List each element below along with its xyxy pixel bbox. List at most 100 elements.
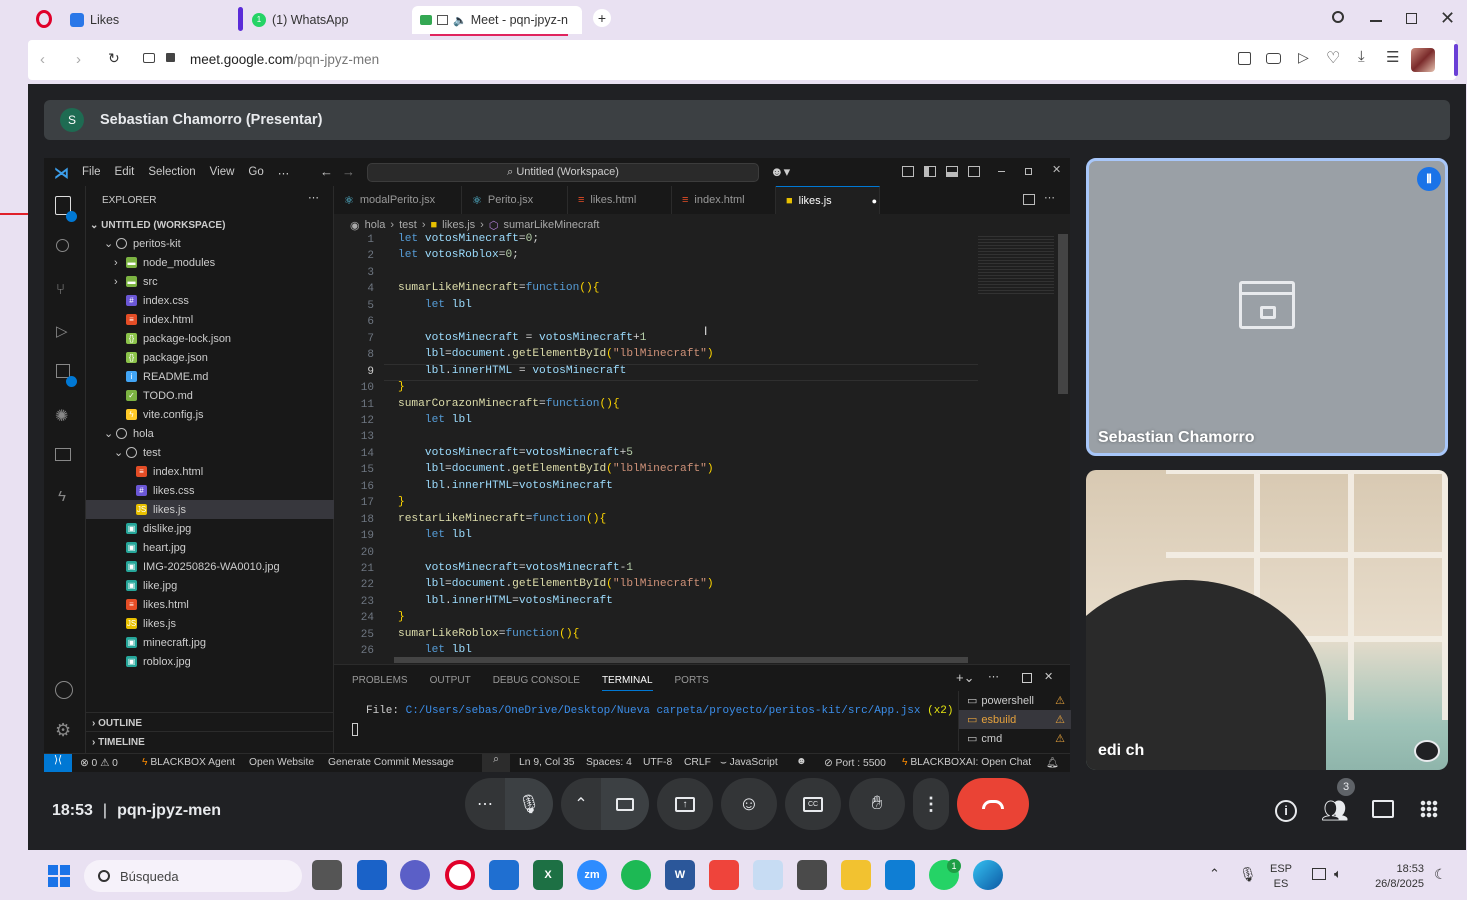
tree-item[interactable]: ≡ index.html xyxy=(86,462,334,481)
code-line[interactable]: let votosRoblox=0; xyxy=(398,249,519,261)
terminal-instance[interactable]: ▭ cmd ⚠ xyxy=(959,729,1071,748)
send-icon[interactable]: ▷ xyxy=(1298,49,1309,66)
start-icon[interactable] xyxy=(48,865,70,887)
run-debug-icon[interactable]: ▷ xyxy=(56,322,68,340)
nav-back-icon[interactable]: ← xyxy=(320,164,333,179)
terminal-instance[interactable]: ▭ powershell ⚠ xyxy=(959,691,1071,710)
profile-avatar[interactable] xyxy=(1411,48,1435,72)
pin-tile-icon[interactable] xyxy=(1414,740,1440,762)
chat-icon[interactable] xyxy=(1372,800,1394,818)
tab-meet[interactable]: 🔈 Meet - pqn-jpyz-n xyxy=(412,6,582,36)
unsaved-dot-icon[interactable]: ● xyxy=(872,196,877,206)
file-explorer-icon[interactable] xyxy=(841,860,871,890)
tree-item[interactable]: ⌄ peritos-kit xyxy=(86,234,334,253)
toggle-secondary-sidebar-icon[interactable] xyxy=(968,166,980,177)
reload-icon[interactable]: ↻ xyxy=(108,50,120,67)
tree-item[interactable]: ✓ TODO.md xyxy=(86,386,334,405)
opera-logo-icon[interactable] xyxy=(36,10,52,28)
present-screen-button[interactable]: ↑ xyxy=(657,778,713,830)
microphone-button[interactable]: 🎙︎ xyxy=(505,778,553,830)
close-panel-icon[interactable]: ✕ xyxy=(1044,670,1053,683)
live-server-status[interactable]: ⊘ Port : 5500 xyxy=(824,757,886,769)
participant-tile-sebastian[interactable]: ⦀ Sebastian Chamorro xyxy=(1086,158,1448,456)
copilot-icon[interactable]: ☻▾ xyxy=(770,164,790,180)
anydesk-icon[interactable] xyxy=(709,860,739,890)
tree-item[interactable]: ≡ index.html xyxy=(86,310,334,329)
tree-item[interactable]: ▣ heart.jpg xyxy=(86,538,334,557)
spotify-icon[interactable] xyxy=(621,860,651,890)
pip-icon[interactable] xyxy=(437,15,448,25)
more-audio-options-button[interactable]: ⋯ xyxy=(465,778,505,830)
timeline-section[interactable]: › TIMELINE xyxy=(86,731,334,750)
calculator-icon[interactable] xyxy=(797,860,827,890)
breadcrumb-item[interactable]: test xyxy=(399,219,417,232)
zoom-app-icon[interactable]: zm xyxy=(577,860,607,890)
customize-layout-icon[interactable] xyxy=(902,166,914,177)
tree-item[interactable]: JS likes.js xyxy=(86,500,334,519)
workspace-header[interactable]: ⌄ UNTITLED (WORKSPACE) xyxy=(90,220,225,231)
breadcrumb-item[interactable]: sumarLikeMinecraft xyxy=(503,219,599,232)
tree-item[interactable]: # index.css xyxy=(86,291,334,310)
vscode-restore-button[interactable] xyxy=(1025,168,1032,175)
editor-tab[interactable]: ⚛ Perito.jsx xyxy=(462,186,568,214)
tree-item[interactable]: ≡ likes.html xyxy=(86,595,334,614)
editor-more-icon[interactable]: ⋯ xyxy=(1044,191,1055,204)
tab-whatsapp[interactable]: 1 (1) WhatsApp xyxy=(244,6,404,34)
tree-item[interactable]: ▣ dislike.jpg xyxy=(86,519,334,538)
tree-item[interactable]: ▣ like.jpg xyxy=(86,576,334,595)
panel-more-icon[interactable]: ⋯ xyxy=(988,670,999,683)
language-status[interactable]: ⌣ JavaScript xyxy=(720,757,778,769)
explorer-more-icon[interactable]: ⋯ xyxy=(308,191,319,204)
tree-item[interactable]: ▣ minecraft.jpg xyxy=(86,633,334,652)
remote-indicator[interactable]: ⟩⟨ xyxy=(44,754,72,772)
outline-section[interactable]: › OUTLINE xyxy=(86,712,334,731)
vscode-close-button[interactable]: ✕ xyxy=(1052,163,1061,176)
breadcrumb-item[interactable]: likes.js xyxy=(442,219,475,232)
cursor-position-status[interactable]: Ln 9, Col 35 xyxy=(519,757,575,768)
tree-item[interactable]: {} package.json xyxy=(86,348,334,367)
edge-icon[interactable] xyxy=(973,860,1003,890)
panel-tab[interactable]: DEBUG CONSOLE xyxy=(493,675,580,691)
code-line[interactable]: lbl=document.getElementById("lblMinecraf… xyxy=(398,348,714,360)
horizontal-scrollbar[interactable] xyxy=(394,657,968,663)
store-icon[interactable] xyxy=(489,860,519,890)
code-line[interactable]: sumarCorazonMinecraft=function(){ xyxy=(398,398,620,410)
tree-item[interactable]: i README.md xyxy=(86,367,334,386)
code-line[interactable]: sumarLikeRoblox=function(){ xyxy=(398,628,579,640)
vscode-minimize-button[interactable] xyxy=(998,171,1005,172)
tab-likes[interactable]: Likes xyxy=(62,6,222,34)
code-line[interactable]: lbl.innerHTML=votosMinecraft xyxy=(398,595,613,607)
code-line[interactable]: let lbl xyxy=(398,529,472,541)
code-line[interactable]: votosMinecraft = votosMinecraft+1 xyxy=(398,332,647,344)
camera-permission-icon[interactable] xyxy=(143,53,155,63)
code-line[interactable]: sumarLikeMinecraft=function(){ xyxy=(398,282,599,294)
blackbox-icon[interactable]: ϟ xyxy=(58,488,66,505)
code-line[interactable]: let votosMinecraft=0; xyxy=(398,233,539,245)
code-line[interactable]: votosMinecraft=votosMinecraft-1 xyxy=(398,562,633,574)
tree-item[interactable]: # likes.css xyxy=(86,481,334,500)
blackbox-chat-status[interactable]: ϟ BLACKBOXAI: Open Chat xyxy=(902,757,1031,768)
volume-icon[interactable]: 🔈︎ xyxy=(1334,866,1342,882)
snapshot-icon[interactable] xyxy=(1266,53,1281,64)
code-line[interactable]: let lbl xyxy=(398,414,472,426)
editor-tab[interactable]: ≡ likes.html xyxy=(568,186,672,214)
menu-more[interactable]: ⋯ xyxy=(278,166,290,180)
tree-item[interactable]: ⌄ hola xyxy=(86,424,334,443)
people-icon[interactable]: 👥︎ xyxy=(1321,798,1349,824)
code-line[interactable]: lbl=document.getElementById("lblMinecraf… xyxy=(398,463,714,475)
indentation-status[interactable]: Spaces: 4 xyxy=(586,757,632,768)
code-line[interactable]: } xyxy=(398,496,405,508)
terminal-instance[interactable]: ▭ esbuild ⚠ xyxy=(959,710,1071,729)
code-line[interactable]: lbl=document.getElementById("lblMinecraf… xyxy=(398,578,714,590)
tree-item[interactable]: ▣ roblox.jpg xyxy=(86,652,334,671)
network-icon[interactable] xyxy=(1312,868,1326,880)
tree-item[interactable]: {} package-lock.json xyxy=(86,329,334,348)
search-icon[interactable] xyxy=(56,239,69,252)
widgets-icon[interactable] xyxy=(357,860,387,890)
raise-hand-button[interactable]: ✋︎ xyxy=(849,778,905,830)
source-control-icon[interactable]: ⑂ xyxy=(56,281,65,298)
tree-item[interactable]: › ▬ src xyxy=(86,272,334,291)
captions-button[interactable]: CC xyxy=(785,778,841,830)
nav-forward-icon[interactable]: → xyxy=(342,164,355,179)
breadcrumb-item[interactable]: hola xyxy=(365,219,386,232)
